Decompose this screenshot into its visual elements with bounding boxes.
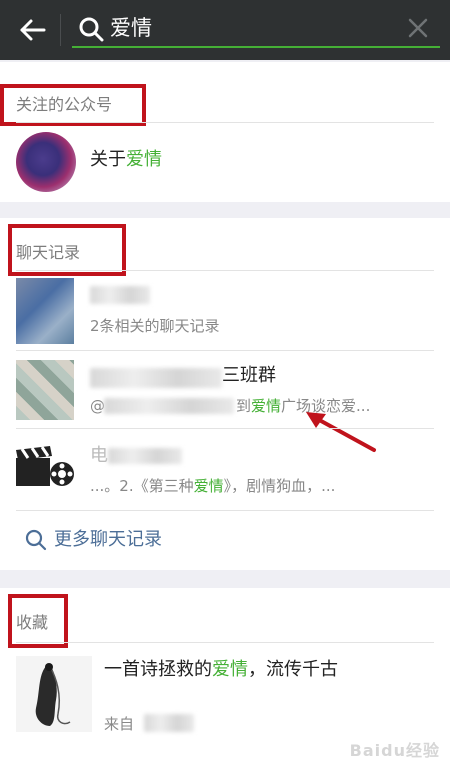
divider xyxy=(16,270,434,271)
section-title: 聊天记录 xyxy=(16,243,81,262)
divider xyxy=(16,428,434,429)
account-name: 关于爱情 xyxy=(90,149,162,170)
chat-name-prefix: 电 xyxy=(90,445,108,466)
divider xyxy=(16,510,434,511)
search-underline xyxy=(72,46,440,48)
header-divider xyxy=(60,14,61,46)
divider xyxy=(16,122,434,123)
chat-avatar xyxy=(16,278,74,344)
favorite-thumbnail xyxy=(16,656,92,732)
more-chat-history-label: 更多聊天记录 xyxy=(54,529,162,550)
chat-snippet: 2条相关的聊天记录 xyxy=(90,317,220,335)
redacted-text xyxy=(104,398,234,414)
redacted-name xyxy=(108,448,182,464)
divider xyxy=(16,642,434,643)
search-icon xyxy=(25,529,47,551)
section-title: 收藏 xyxy=(16,613,49,632)
official-accounts-section: 关注的公众号 关于爱情 xyxy=(0,62,450,202)
favorite-source: 来自 xyxy=(104,715,135,733)
redacted-name xyxy=(90,368,222,388)
back-button[interactable] xyxy=(12,12,52,48)
redacted-source xyxy=(144,714,194,732)
search-input[interactable]: 爱情 xyxy=(110,14,152,42)
chat-history-section: 聊天记录 2条相关的聊天记录 三班群 @ 到爱情广场谈恋爱... 电 ...。2… xyxy=(0,218,450,570)
favorite-title: 一首诗拯救的爱情，流传千古 xyxy=(104,659,338,680)
favorites-section: 收藏 一首诗拯救的爱情，流传千古 来自 Baidu经验 xyxy=(0,588,450,769)
annotation-arrow-icon xyxy=(306,412,376,452)
redacted-name xyxy=(90,286,150,304)
watermark-logo: Baidu经验 xyxy=(349,741,440,760)
chat-snippet-prefix: @ xyxy=(90,397,105,415)
divider xyxy=(16,350,434,351)
chat-name-suffix: 三班群 xyxy=(222,365,276,386)
close-icon xyxy=(408,18,428,38)
section-title: 关注的公众号 xyxy=(16,95,113,114)
back-arrow-icon xyxy=(20,19,46,41)
clear-search-button[interactable] xyxy=(404,14,432,42)
chat-avatar xyxy=(16,360,74,420)
movie-clapper-icon xyxy=(14,444,76,490)
account-avatar xyxy=(16,132,76,192)
chat-snippet: ...。2.《第三种爱情》，剧情狗血，... xyxy=(90,477,336,495)
search-header: 爱情 xyxy=(0,0,450,60)
search-icon xyxy=(78,16,104,42)
